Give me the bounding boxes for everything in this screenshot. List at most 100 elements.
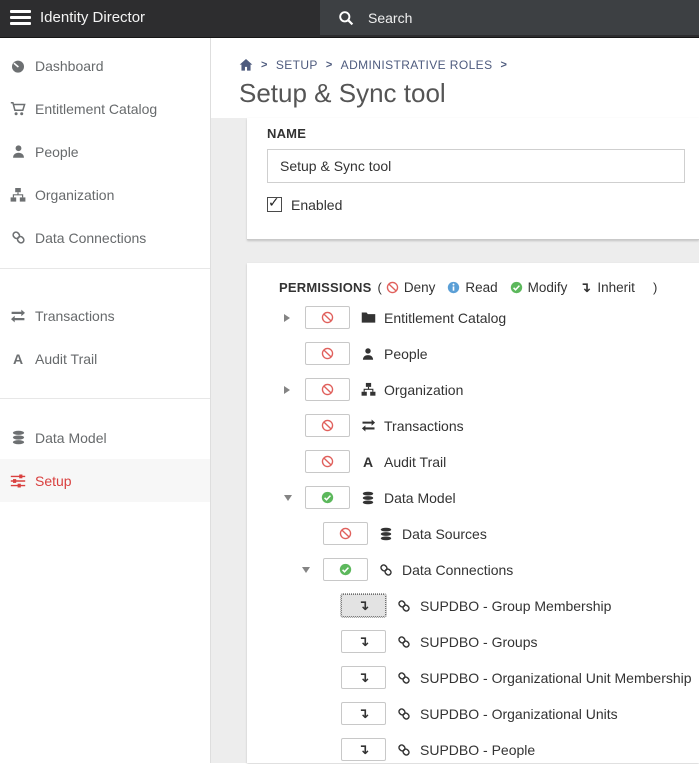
legend-modify: Modify [510, 280, 567, 295]
menu-icon[interactable] [10, 10, 31, 28]
check-circle-icon [321, 491, 334, 504]
permission-state-button[interactable] [305, 378, 350, 402]
breadcrumb-setup[interactable]: SETUP [276, 58, 318, 72]
permission-state-button[interactable] [305, 486, 350, 510]
deny-icon [321, 347, 334, 360]
top-bar: Identity Director [0, 0, 699, 38]
home-icon[interactable] [239, 58, 253, 72]
app-title: Identity Director [40, 9, 146, 26]
legend-deny: Deny [386, 280, 435, 295]
link-icon [396, 742, 412, 758]
page-title: Setup & Sync tool [239, 78, 446, 108]
inherit-icon: ↴ [357, 633, 370, 650]
permissions-card: PERMISSIONS ( Deny Read Modify ↴ Inherit… [247, 262, 699, 763]
sitemap-icon [360, 382, 376, 398]
deny-icon [386, 281, 399, 294]
folder-icon [360, 310, 376, 326]
cart-icon [10, 101, 26, 117]
tree-row-organization: Organization [279, 372, 699, 408]
link-icon [396, 634, 412, 650]
permission-state-button[interactable] [305, 450, 350, 474]
name-input[interactable] [267, 148, 685, 183]
collapse-caret-icon[interactable] [302, 566, 310, 573]
tree-row-data-connections: Data Connections [279, 552, 699, 588]
info-icon [447, 281, 460, 294]
permission-state-button[interactable]: ↴ [341, 738, 386, 762]
tree-row-supdbo-groups: ↴ SUPDBO - Groups [279, 624, 699, 660]
deny-icon [321, 383, 334, 396]
link-icon [396, 598, 412, 614]
deny-icon [321, 419, 334, 432]
permissions-tree: Entitlement Catalog People Organization [279, 300, 699, 763]
permission-state-button[interactable] [323, 558, 368, 582]
sitemap-icon [10, 187, 26, 203]
exchange-icon [360, 418, 376, 434]
inherit-icon: ↴ [357, 705, 370, 722]
legend-inherit: ↴ Inherit [579, 279, 635, 296]
inherit-icon: ↴ [357, 741, 370, 758]
permission-state-button[interactable] [305, 414, 350, 438]
page-header: > SETUP > ADMINISTRATIVE ROLES > Setup &… [211, 38, 699, 118]
tree-row-audit-trail: A Audit Trail [279, 444, 699, 480]
name-card: NAME Enabled [247, 117, 699, 240]
collapse-caret-icon[interactable] [284, 494, 292, 501]
permission-state-button[interactable] [305, 306, 350, 330]
breadcrumb: > SETUP > ADMINISTRATIVE ROLES > [239, 58, 699, 72]
check-circle-icon [510, 281, 523, 294]
sidebar-item-data-connections[interactable]: Data Connections [0, 216, 210, 259]
link-icon [396, 706, 412, 722]
database-icon [378, 526, 394, 542]
search-bar[interactable] [320, 0, 699, 35]
sidebar-item-data-model[interactable]: Data Model [0, 416, 210, 459]
permission-state-button[interactable] [305, 342, 350, 366]
breadcrumb-separator: > [261, 59, 268, 71]
search-input[interactable] [368, 9, 648, 26]
breadcrumb-separator: > [500, 59, 508, 71]
gauge-icon [10, 58, 26, 74]
sidebar-item-people[interactable]: People [0, 130, 210, 173]
link-icon [378, 562, 394, 578]
link-icon [396, 670, 412, 686]
enabled-label: Enabled [291, 196, 343, 213]
permission-state-button[interactable]: ↴ [340, 593, 387, 619]
permission-state-button[interactable]: ↴ [341, 666, 386, 690]
sidebar-item-dashboard[interactable]: Dashboard [0, 44, 210, 87]
tree-row-data-sources: Data Sources [279, 516, 699, 552]
tree-row-supdbo-group-membership: ↴ SUPDBO - Group Membership [279, 588, 699, 624]
sidebar-item-organization[interactable]: Organization [0, 173, 210, 216]
permission-state-button[interactable]: ↴ [341, 702, 386, 726]
sidebar-item-audit-trail[interactable]: A Audit Trail [0, 337, 210, 380]
tree-row-data-model: Data Model [279, 480, 699, 516]
sidebar-item-setup[interactable]: Setup [0, 459, 210, 502]
sliders-icon [10, 473, 26, 489]
content-area: NAME Enabled PERMISSIONS ( Deny [211, 117, 699, 763]
sidebar: Dashboard Entitlement Catalog People Org… [0, 38, 211, 763]
expand-caret-icon[interactable] [284, 313, 290, 322]
deny-icon [321, 455, 334, 468]
permission-state-button[interactable]: ↴ [341, 630, 386, 654]
inherit-icon: ↴ [579, 279, 592, 296]
permission-state-button[interactable] [323, 522, 368, 546]
audit-icon: A [12, 350, 24, 367]
user-icon [10, 144, 26, 160]
breadcrumb-separator: > [325, 59, 333, 71]
legend-read: Read [447, 280, 498, 295]
link-icon [10, 230, 26, 246]
search-icon [338, 10, 354, 26]
audit-icon: A [362, 453, 374, 470]
name-label: NAME [267, 125, 307, 141]
enabled-row[interactable]: Enabled [267, 195, 699, 213]
database-icon [360, 490, 376, 506]
sidebar-item-entitlement-catalog[interactable]: Entitlement Catalog [0, 87, 210, 130]
sidebar-item-transactions[interactable]: Transactions [0, 294, 210, 337]
inherit-icon: ↴ [357, 669, 370, 686]
deny-icon [321, 311, 334, 324]
tree-row-supdbo-organizational-unit-membership: ↴ SUPDBO - Organizational Unit Membershi… [279, 660, 699, 696]
check-circle-icon [339, 563, 352, 576]
deny-icon [339, 527, 352, 540]
enabled-checkbox[interactable] [267, 195, 282, 213]
tree-row-people: People [279, 336, 699, 372]
permissions-header: PERMISSIONS ( Deny Read Modify ↴ Inherit… [279, 279, 658, 296]
expand-caret-icon[interactable] [284, 385, 290, 394]
breadcrumb-administrative-roles[interactable]: ADMINISTRATIVE ROLES [341, 58, 493, 72]
